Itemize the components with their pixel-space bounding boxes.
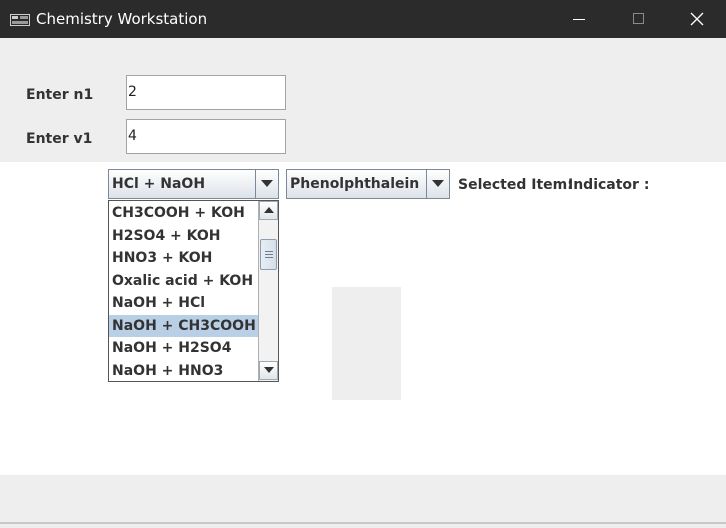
list-item[interactable]: NaOH + H2SO4 — [109, 337, 258, 360]
reaction-list: CH3COOH + KOH H2SO4 + KOH HNO3 + KOH Oxa… — [109, 202, 258, 382]
chevron-up-icon — [264, 207, 274, 213]
minimize-button[interactable] — [550, 0, 608, 38]
indicator-combobox-arrow-button[interactable] — [426, 170, 449, 198]
minimize-icon — [573, 19, 585, 20]
v1-input[interactable]: 4 — [126, 119, 286, 154]
grip-line — [265, 254, 273, 255]
list-item[interactable]: CH3COOH + KOH — [109, 202, 258, 225]
maximize-button[interactable] — [610, 0, 668, 38]
maximize-icon — [633, 13, 644, 24]
list-item[interactable]: NaOH + HNO3 — [109, 360, 258, 383]
bottom-panel — [0, 475, 726, 528]
grip-line — [265, 251, 273, 252]
indicator-combobox-value: Phenolphthalein — [290, 176, 420, 192]
reaction-combobox-arrow-button[interactable] — [255, 170, 278, 198]
scroll-up-button[interactable] — [259, 201, 278, 220]
indicator-label: Indicator : — [568, 177, 650, 193]
n1-input[interactable]: 2 — [126, 75, 286, 110]
chevron-down-icon — [432, 180, 444, 187]
input-panel — [0, 38, 726, 162]
reaction-combobox[interactable]: HCl + NaOH — [108, 169, 279, 199]
scrollbar-thumb[interactable] — [260, 239, 277, 270]
indicator-combobox[interactable]: Phenolphthalein — [286, 169, 450, 199]
scroll-down-button[interactable] — [259, 361, 278, 380]
list-scrollbar[interactable] — [258, 201, 278, 381]
title-bar[interactable]: Chemistry Workstation — [0, 0, 726, 38]
list-item[interactable]: HNO3 + KOH — [109, 247, 258, 270]
result-display-area — [332, 287, 401, 400]
window-title: Chemistry Workstation — [36, 10, 208, 28]
list-item[interactable]: Oxalic acid + KOH — [109, 270, 258, 293]
close-icon — [690, 12, 704, 26]
bottom-divider — [0, 522, 726, 524]
reaction-combobox-value: HCl + NaOH — [112, 176, 206, 192]
chevron-down-icon — [261, 180, 273, 187]
selected-item-label: Selected Item: — [458, 177, 573, 193]
chevron-down-icon — [264, 367, 274, 373]
v1-label: Enter v1 — [26, 131, 93, 147]
reaction-dropdown-list[interactable]: CH3COOH + KOH H2SO4 + KOH HNO3 + KOH Oxa… — [108, 200, 279, 382]
n1-label: Enter n1 — [26, 87, 94, 103]
close-button[interactable] — [668, 0, 726, 38]
list-item[interactable]: H2SO4 + KOH — [109, 225, 258, 248]
list-item-highlighted[interactable]: NaOH + CH3COOH — [109, 314, 258, 337]
grip-line — [265, 257, 273, 258]
list-item[interactable]: NaOH + HCl — [109, 292, 258, 315]
java-app-icon — [10, 13, 30, 26]
